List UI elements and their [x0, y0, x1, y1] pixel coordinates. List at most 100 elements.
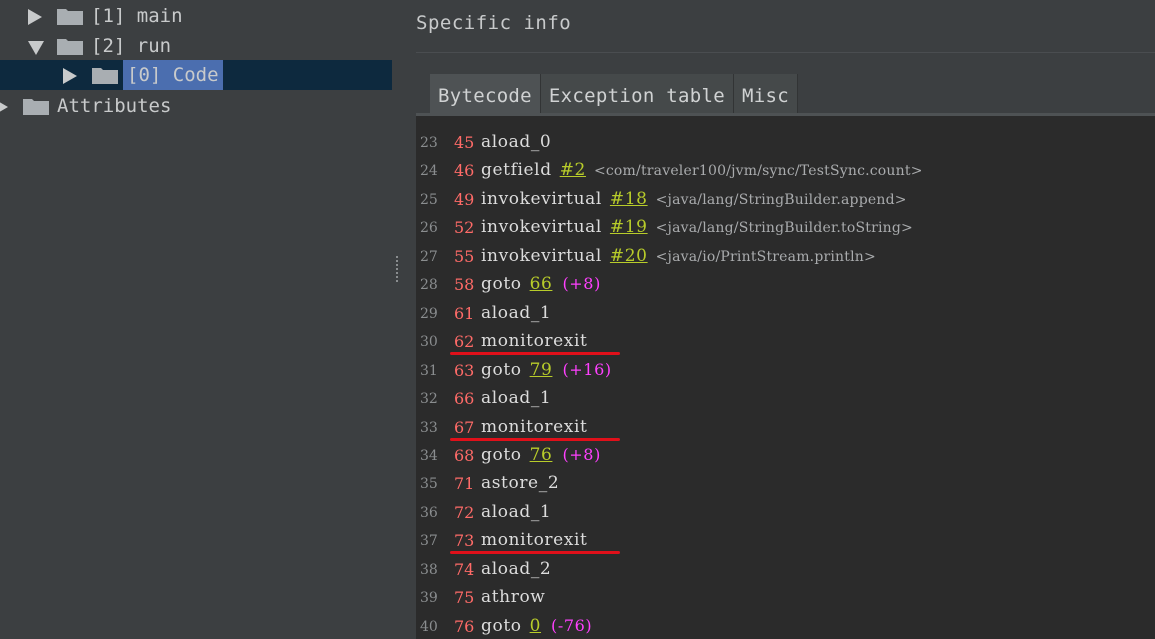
instruction-offset: 72: [454, 502, 475, 522]
line-number: 25: [420, 191, 438, 208]
line-number: 35: [420, 476, 438, 493]
bytecode-line[interactable]: 32 66 aload_1: [416, 385, 1155, 413]
bytecode-line[interactable]: 24 46 getfield #2 <com/traveler100/jvm/sync/…: [416, 157, 1155, 185]
tree-item-label: [0] Code: [123, 60, 223, 90]
bytecode-line[interactable]: 30 62 monitorexit: [416, 328, 1155, 356]
tab-misc[interactable]: Misc: [734, 74, 798, 114]
opcode: aload_1: [481, 302, 552, 323]
line-number: 27: [420, 248, 438, 265]
operand-link[interactable]: 66: [530, 274, 553, 294]
line-number: 33: [420, 419, 438, 436]
opcode: aload_1: [481, 501, 552, 522]
expand-arrow-icon[interactable]: [28, 9, 42, 25]
instruction-offset: 46: [454, 161, 475, 181]
opcode: aload_2: [481, 558, 552, 579]
tab-exception-table[interactable]: Exception table: [540, 74, 735, 114]
opcode: aload_0: [481, 132, 552, 152]
instruction-offset: 67: [454, 417, 475, 437]
bytecode-line[interactable]: 40 76 goto 0 (-76): [416, 613, 1155, 639]
folder-icon: [57, 9, 83, 25]
bytecode-line[interactable]: 27 55 invokevirtual #20 <java/io/PrintStream…: [416, 243, 1155, 271]
folder-icon: [23, 99, 49, 115]
bytecode-line[interactable]: 38 74 aload_2: [416, 556, 1155, 584]
panel-title: Specific info: [416, 12, 572, 34]
line-number: 31: [420, 362, 438, 379]
tree-item-attributes[interactable]: Attributes: [0, 91, 392, 121]
tree-item-label: [1] main: [91, 5, 183, 27]
instruction-offset: 76: [454, 616, 475, 636]
bytecode-line[interactable]: 26 52 invokevirtual #19 <java/lang/StringBui…: [416, 214, 1155, 242]
operand-link[interactable]: #19: [610, 217, 648, 237]
bytecode-line[interactable]: 39 75 athrow: [416, 584, 1155, 612]
bytecode-line[interactable]: 37 73 monitorexit: [416, 527, 1155, 555]
opcode: athrow: [481, 587, 546, 608]
operand-link[interactable]: #20: [610, 246, 648, 266]
jump-offset: (+8): [562, 274, 601, 294]
tree-item-main[interactable]: [1] main: [0, 1, 392, 31]
instruction-offset: 73: [454, 531, 475, 551]
tree-item-label: [2] run: [91, 35, 172, 57]
line-number: 40: [420, 618, 438, 635]
bytecode-line[interactable]: 29 61 aload_1: [416, 300, 1155, 328]
constant-reference: <java/io/PrintStream.println>: [655, 248, 876, 265]
bytecode-line[interactable]: 35 71 astore_2: [416, 470, 1155, 498]
line-number: 32: [420, 391, 438, 408]
expand-arrow-icon[interactable]: [63, 68, 77, 84]
bytecode-line[interactable]: 25 49 invokevirtual #18 <java/lang/StringBui…: [416, 186, 1155, 214]
collapse-arrow-icon[interactable]: [28, 41, 44, 55]
opcode: invokevirtual #20 <java/io/PrintStream.pri…: [481, 245, 876, 266]
opcode: astore_2: [481, 473, 560, 494]
instruction-offset: 52: [454, 218, 475, 238]
instruction-offset: 45: [454, 133, 475, 152]
red-underline-annotation: [450, 437, 620, 441]
bytecode-line[interactable]: 23 45 aload_0: [416, 129, 1155, 157]
opcode: goto 76 (+8): [481, 444, 601, 465]
opcode: aload_1: [481, 388, 552, 409]
folder-icon: [92, 68, 118, 84]
opcode: monitorexit: [481, 331, 588, 352]
expand-arrow-icon[interactable]: [0, 99, 8, 115]
operand-link[interactable]: #2: [560, 160, 586, 180]
line-number: 24: [420, 163, 438, 180]
specific-info-panel: Specific info Bytecode Exception table M…: [416, 0, 1155, 639]
opcode: monitorexit: [481, 416, 588, 437]
folder-icon: [57, 39, 83, 55]
bytecode-line[interactable]: 33 67 monitorexit: [416, 414, 1155, 442]
tree-item-run[interactable]: [2] run: [0, 31, 392, 61]
bytecode-line[interactable]: 34 68 goto 76 (+8): [416, 442, 1155, 470]
instruction-offset: 74: [454, 559, 475, 579]
instruction-offset: 61: [454, 303, 475, 323]
line-number: 30: [420, 334, 438, 351]
operand-link[interactable]: 76: [530, 445, 553, 465]
red-underline-annotation: [450, 551, 620, 555]
instruction-offset: 66: [454, 389, 475, 409]
operand-link[interactable]: #18: [610, 189, 648, 209]
instruction-offset: 63: [454, 360, 475, 380]
divider: [416, 52, 1155, 53]
jump-offset: (-76): [551, 615, 593, 635]
instruction-offset: 55: [454, 246, 475, 266]
bytecode-line[interactable]: 28 58 goto 66 (+8): [416, 271, 1155, 299]
opcode: goto 0 (-76): [481, 615, 593, 636]
instruction-offset: 68: [454, 445, 475, 465]
constant-reference: <com/traveler100/jvm/sync/TestSync.count…: [593, 163, 923, 180]
bytecode-line[interactable]: 31 63 goto 79 (+16): [416, 357, 1155, 385]
operand-link[interactable]: 79: [530, 360, 553, 380]
tab-bar: Bytecode Exception table Misc: [430, 74, 798, 114]
line-number: 36: [420, 504, 438, 521]
bytecode-listing[interactable]: 23 45 aload_0 24 46 getfield #2 <com/traveler10…: [416, 116, 1155, 639]
instruction-offset: 75: [454, 588, 475, 608]
line-number: 34: [420, 447, 438, 464]
constant-reference: <java/lang/StringBuilder.toString>: [655, 220, 913, 237]
splitter-handle[interactable]: [394, 256, 400, 286]
operand-link[interactable]: 0: [530, 616, 541, 636]
tree-item-code[interactable]: [0] Code: [0, 60, 392, 90]
line-number: 26: [420, 220, 438, 237]
bytecode-line[interactable]: 36 72 aload_1: [416, 499, 1155, 527]
opcode: monitorexit: [481, 530, 588, 551]
tab-bytecode[interactable]: Bytecode: [430, 74, 541, 114]
opcode: goto 79 (+16): [481, 359, 612, 380]
class-structure-tree: [1] main [2] run [0] Code Attributes: [0, 0, 392, 639]
line-number: 38: [420, 561, 438, 578]
opcode: goto 66 (+8): [481, 274, 601, 295]
